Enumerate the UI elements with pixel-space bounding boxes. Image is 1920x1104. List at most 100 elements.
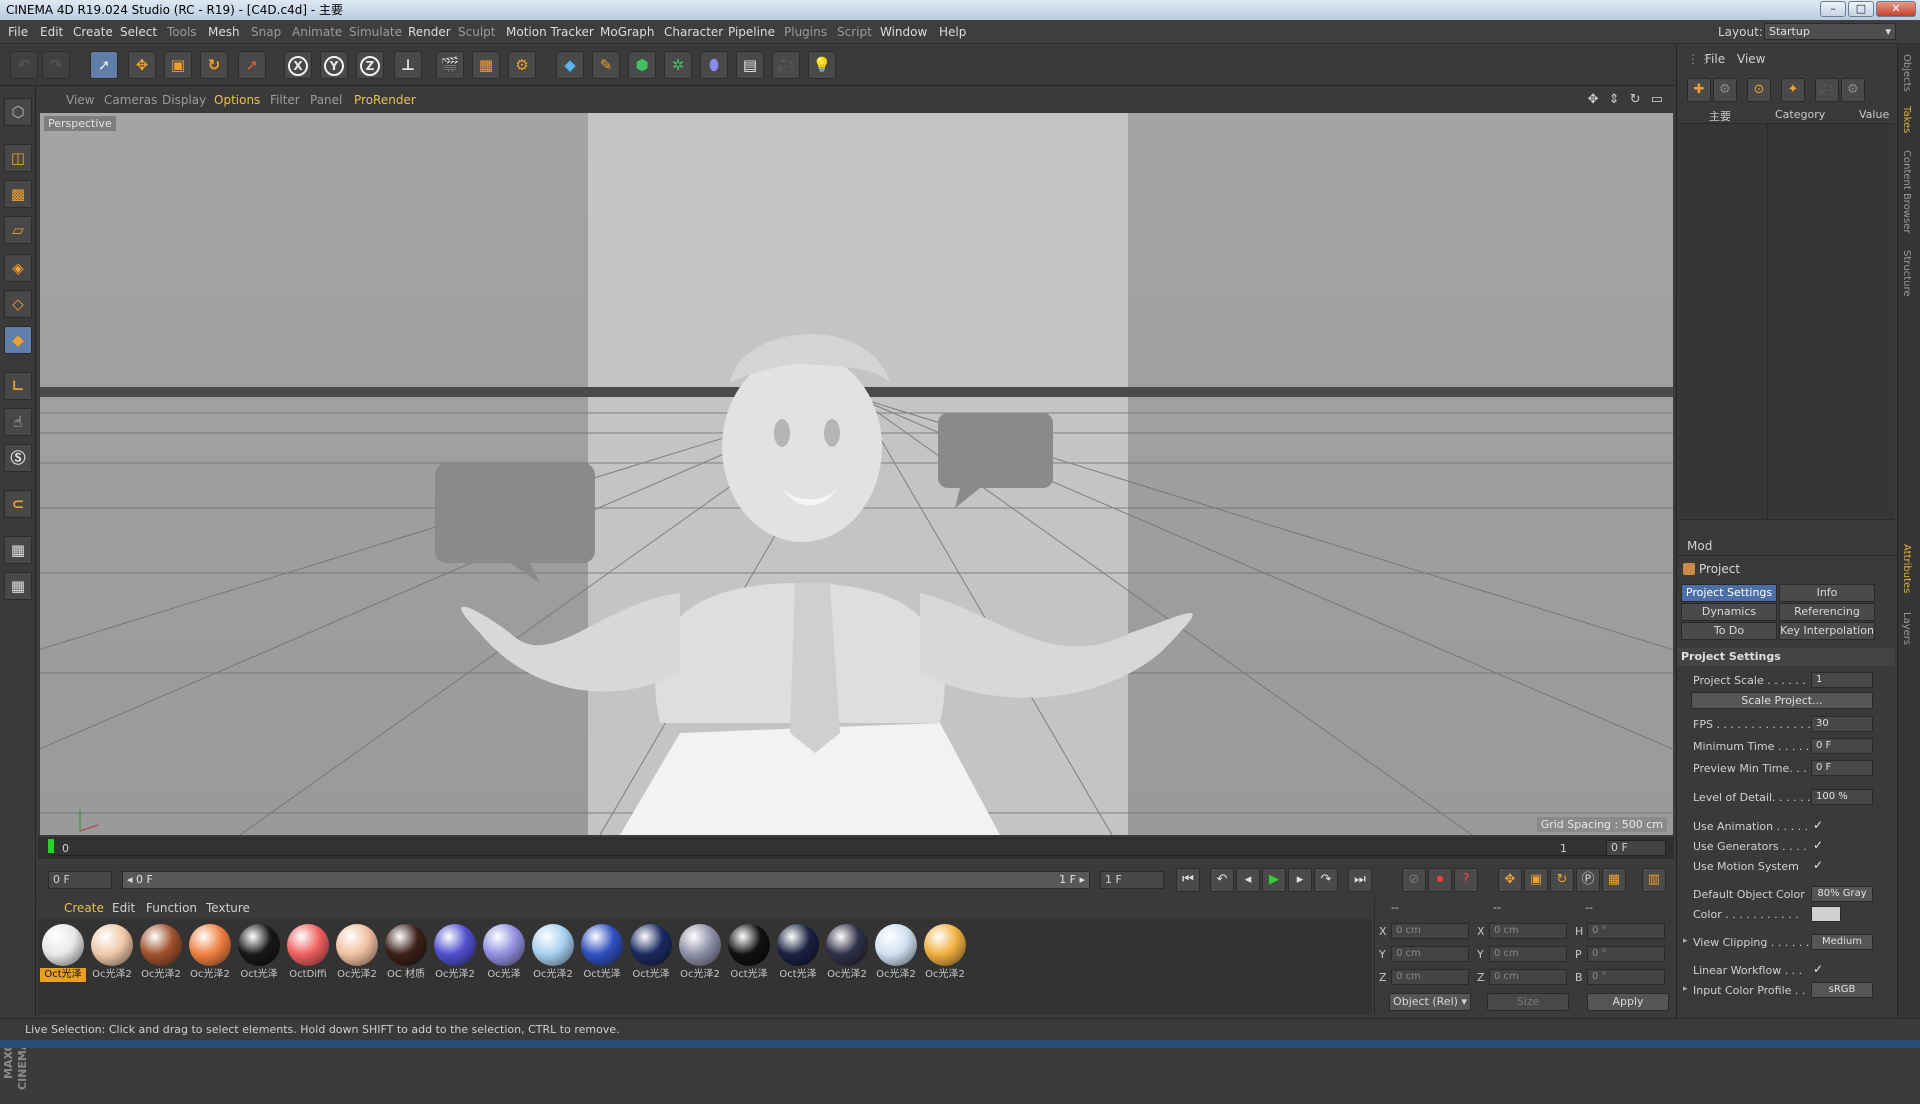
level-of-detail-field[interactable]: 100 %	[1811, 789, 1873, 805]
tweak-icon[interactable]: ☝	[4, 408, 32, 436]
side-tab-attributes[interactable]: Attributes	[1901, 544, 1912, 593]
scale-icon[interactable]: ▣	[164, 51, 192, 79]
menu-tools[interactable]: Tools	[167, 25, 197, 39]
edges-mode-icon[interactable]: ◇	[4, 290, 32, 318]
coordinate-system-icon[interactable]: ⊥	[394, 51, 422, 79]
play-icon[interactable]: ▶	[1262, 868, 1286, 892]
solo-icon[interactable]: Ⓢ	[4, 444, 32, 472]
attribute-mode-menu[interactable]: Mod	[1687, 539, 1712, 553]
rotate-icon[interactable]: ↻	[200, 51, 228, 79]
preview-range-slider[interactable]: ◂ 0 F 1 F ▸	[122, 871, 1090, 889]
menu-select[interactable]: Select	[120, 25, 157, 39]
menu-create[interactable]: Create	[73, 25, 113, 39]
use-generators-checkbox[interactable]: ✓	[1813, 838, 1823, 852]
menu-animate[interactable]: Animate	[292, 25, 342, 39]
viewport-menu-display[interactable]: Display	[162, 93, 206, 107]
material-swatch[interactable]: OctDiffi	[285, 924, 329, 982]
render-picture-viewer-icon[interactable]: ▦	[472, 51, 500, 79]
expand-triangle-icon[interactable]: ▸	[1683, 984, 1688, 994]
cube-icon[interactable]: ◆	[556, 51, 584, 79]
fps-field[interactable]: 30	[1811, 716, 1873, 732]
redo-icon[interactable]: ↷	[42, 51, 70, 79]
menu-snap[interactable]: Snap	[251, 25, 281, 39]
override-icon[interactable]: ⊙	[1747, 78, 1771, 102]
x-axis-lock-icon[interactable]: X	[284, 51, 312, 79]
rotation-b-field[interactable]: 0 °	[1587, 969, 1665, 985]
keyframe-selection-icon[interactable]: ⊘	[1402, 868, 1426, 892]
tab-key-interpolation[interactable]: Key Interpolation	[1779, 622, 1875, 640]
tab-project-settings[interactable]: Project Settings	[1681, 584, 1777, 602]
preview-min-time-field[interactable]: 0 F	[1811, 760, 1873, 776]
size-x-field[interactable]: 0 cm	[1489, 923, 1567, 939]
material-swatch[interactable]: OC 材质	[383, 924, 427, 982]
menu-plugins[interactable]: Plugins	[784, 25, 827, 39]
camera-icon[interactable]: 🎥	[772, 51, 800, 79]
previous-frame-icon[interactable]: ◂	[1236, 868, 1260, 892]
material-swatch[interactable]: Oct光泽	[40, 924, 86, 982]
size-mode-select[interactable]: Size	[1487, 993, 1569, 1011]
side-tab-layers[interactable]: Layers	[1901, 612, 1912, 645]
scale-project-button[interactable]: Scale Project...	[1691, 692, 1873, 709]
use-motion-system-checkbox[interactable]: ✓	[1813, 858, 1823, 872]
close-button[interactable]: ✕	[1876, 1, 1916, 17]
viewport-menu-options[interactable]: Options	[214, 93, 260, 107]
rotation-p-field[interactable]: 0 °	[1587, 946, 1665, 962]
rotate-key-icon[interactable]: ↻	[1550, 868, 1574, 892]
render-take-icon[interactable]: ⚙	[1841, 78, 1865, 102]
menu-script[interactable]: Script	[837, 25, 872, 39]
menu-pipeline[interactable]: Pipeline	[728, 25, 775, 39]
take-clone-icon[interactable]: ⚙	[1713, 78, 1737, 102]
material-menu-texture[interactable]: Texture	[206, 901, 250, 915]
menu-sculpt[interactable]: Sculpt	[458, 25, 495, 39]
edit-render-settings-icon[interactable]: ⚙	[508, 51, 536, 79]
expand-triangle-icon[interactable]: ▸	[1683, 936, 1688, 946]
material-swatch[interactable]: Oc光泽2	[873, 924, 917, 982]
floor-icon[interactable]: ▤	[736, 51, 764, 79]
subdivision-icon[interactable]: ⬢	[628, 51, 656, 79]
texture-mode-icon[interactable]: ▩	[4, 180, 32, 208]
material-swatch[interactable]: Oct光泽	[726, 924, 770, 982]
object-menu-view[interactable]: View	[1737, 52, 1765, 66]
cloner-icon[interactable]: ✲	[664, 51, 692, 79]
menu-window[interactable]: Window	[880, 25, 927, 39]
next-key-icon[interactable]: ↷	[1314, 868, 1338, 892]
menu-mesh[interactable]: Mesh	[208, 25, 240, 39]
param-key-icon[interactable]: Ⓟ	[1576, 868, 1600, 892]
move-key-icon[interactable]: ✥	[1498, 868, 1522, 892]
viewport-menu-view[interactable]: View	[66, 93, 94, 107]
material-swatch[interactable]: Oct光泽	[628, 924, 672, 982]
material-swatch[interactable]: Oc光泽2	[824, 924, 868, 982]
current-frame-marker[interactable]	[48, 839, 54, 853]
material-menu-create[interactable]: Create	[64, 901, 104, 915]
view-clipping-select[interactable]: Medium	[1811, 934, 1873, 950]
size-y-field[interactable]: 0 cm	[1489, 946, 1567, 962]
color-swatch[interactable]	[1811, 906, 1841, 922]
timeline-ruler[interactable]: 0 1 0 F	[38, 837, 1674, 859]
timeline-frame-field[interactable]: 0 F	[1606, 840, 1666, 856]
menu-file[interactable]: File	[8, 25, 28, 39]
material-menu-edit[interactable]: Edit	[112, 901, 135, 915]
axis-mode-icon[interactable]: ∟	[4, 372, 32, 400]
record-icon[interactable]: ⏺	[1428, 868, 1452, 892]
tab-dynamics[interactable]: Dynamics	[1681, 603, 1777, 621]
material-swatch[interactable]: Oc光泽2	[677, 924, 721, 982]
render-view-icon[interactable]: 🎬	[436, 51, 464, 79]
material-swatch[interactable]: Oct光泽	[236, 924, 280, 982]
menu-help[interactable]: Help	[939, 25, 966, 39]
material-swatch[interactable]: Oct光泽	[579, 924, 623, 982]
position-y-field[interactable]: 0 cm	[1391, 946, 1469, 962]
material-menu-function[interactable]: Function	[146, 901, 197, 915]
menu-character[interactable]: Character	[664, 25, 723, 39]
side-tab-objects[interactable]: Objects	[1901, 54, 1912, 92]
autokey-icon[interactable]: ?	[1454, 868, 1478, 892]
z-axis-lock-icon[interactable]: Z	[356, 51, 384, 79]
menu-motion-tracker[interactable]: Motion Tracker	[506, 25, 594, 39]
side-tab-takes[interactable]: Takes	[1901, 106, 1912, 133]
take-add-icon[interactable]: ✚	[1687, 78, 1711, 102]
size-z-field[interactable]: 0 cm	[1489, 969, 1567, 985]
rotation-h-field[interactable]: 0 °	[1587, 923, 1665, 939]
viewport-menu-prorender[interactable]: ProRender	[354, 93, 416, 107]
workplane-lock-icon[interactable]: ▦	[4, 572, 32, 600]
minimize-button[interactable]: –	[1820, 1, 1846, 17]
minimum-time-field[interactable]: 0 F	[1811, 738, 1873, 754]
